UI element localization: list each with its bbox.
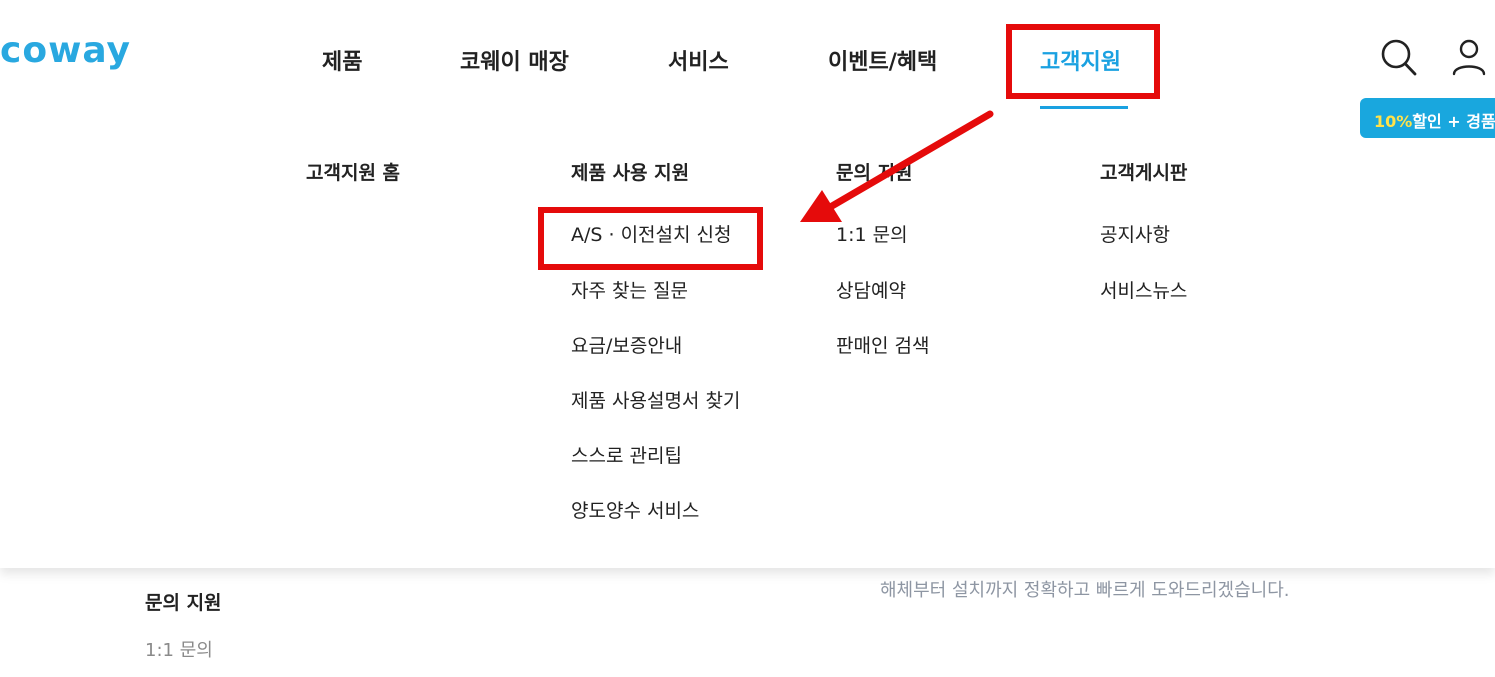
mega-menu-panel: coway 제품 코웨이 매장 서비스 이벤트/혜택 고객지원 10%할인 + … (0, 0, 1495, 568)
promo-badge[interactable]: 10%할인 + 경품 하 (1360, 98, 1495, 138)
menu-item-notice[interactable]: 공지사항 (1100, 220, 1170, 247)
menu-item-one-to-one[interactable]: 1:1 문의 (836, 220, 908, 247)
search-icon[interactable] (1380, 38, 1418, 78)
menu-col-product-support: 제품 사용 지원 (571, 162, 690, 184)
active-nav-underline (1040, 106, 1128, 109)
nav-events[interactable]: 이벤트/혜택 (828, 44, 937, 76)
nav-service[interactable]: 서비스 (668, 44, 729, 76)
menu-item-manual[interactable]: 제품 사용설명서 찾기 (571, 386, 740, 413)
nav-customer-support[interactable]: 고객지원 (1040, 44, 1121, 76)
nav-coway-store[interactable]: 코웨이 매장 (460, 44, 569, 76)
underlying-description: 해체부터 설치까지 정확하고 빠르게 도와드리겠습니다. (880, 580, 1290, 601)
menu-col-support-home[interactable]: 고객지원 홈 (306, 158, 400, 185)
menu-col-board: 고객게시판 (1100, 162, 1188, 184)
menu-item-service-news[interactable]: 서비스뉴스 (1100, 276, 1187, 303)
coway-logo[interactable]: coway (0, 30, 131, 71)
menu-item-self-care[interactable]: 스스로 관리팁 (571, 441, 682, 468)
menu-item-fee-warranty[interactable]: 요금/보증안내 (571, 331, 682, 358)
menu-item-transfer[interactable]: 양도양수 서비스 (571, 496, 699, 523)
menu-item-as-request[interactable]: A/S · 이전설치 신청 (571, 220, 732, 247)
menu-item-faq[interactable]: 자주 찾는 질문 (571, 276, 688, 303)
underlying-section-title: 문의 지원 (145, 592, 222, 614)
nav-products[interactable]: 제품 (322, 44, 362, 76)
promo-highlight: 10% (1374, 112, 1413, 131)
menu-item-consult-reservation[interactable]: 상담예약 (836, 276, 906, 303)
user-icon[interactable] (1450, 38, 1488, 78)
underlying-inquiry-link[interactable]: 1:1 문의 (145, 636, 213, 662)
promo-text: 할인 + 경품 하 (1412, 112, 1495, 131)
menu-item-seller-search[interactable]: 판매인 검색 (836, 331, 929, 358)
menu-col-inquiry: 문의 지원 (836, 162, 913, 184)
